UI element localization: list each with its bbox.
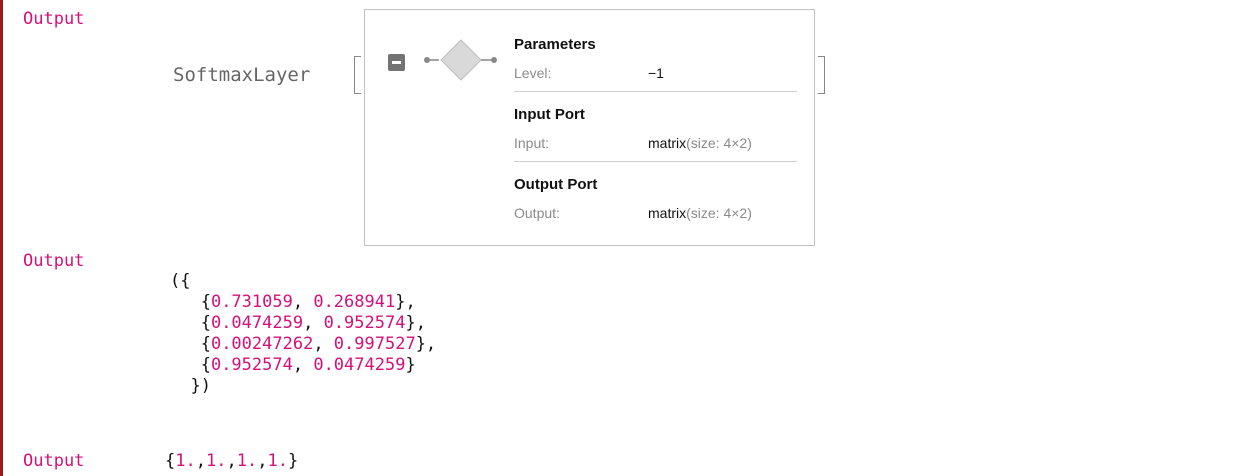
input-port-heading: Input Port [514,106,585,123]
right-bracket [818,56,825,94]
matrix-row: {0.952574, 0.0474259} [170,355,416,375]
output-type: matrix [648,205,687,221]
matrix-close-text: }) [190,376,211,396]
input-type: matrix [648,135,687,151]
list-item: 1. [205,451,227,471]
parameters-heading: Parameters [514,36,596,53]
layer-summary-panel: Parameters Level: −1 Input Port Input: m… [364,9,815,246]
matrix-row: {0.0474259, 0.952574}, [170,313,426,333]
list-item: 1. [236,451,258,471]
list-item: 1. [175,451,196,471]
matrix-output: ({ {0.731059, 0.268941}, {0.0474259, 0.9… [170,250,436,397]
input-size: (size: 4×2) [686,135,752,151]
collapse-icon[interactable] [388,54,405,71]
sum-list: {1.,1.,1.,1.} [165,451,299,471]
output-size: (size: 4×2) [686,205,752,221]
level-value: −1 [648,65,664,81]
matrix-open: ({ [170,271,191,291]
layer-name: SoftmaxLayer [173,64,311,86]
input-label: Input: [514,135,550,151]
matrix-cell: 0.952574 [210,355,293,375]
matrix-cell: 0.997527 [333,334,416,354]
matrix-cell: 0.952574 [323,313,406,333]
output-label-3: Output [23,451,85,471]
matrix-row: {0.00247262, 0.997527}, [170,334,437,354]
matrix-close: }) [170,376,436,397]
matrix-row: {0.731059, 0.268941}, [170,292,416,312]
output-label-1: Output [23,9,85,29]
left-bracket [354,56,361,94]
layer-graph-icon [424,39,497,81]
level-label: Level: [514,65,552,81]
list-item: 1. [267,451,288,471]
output-port-value: matrix(size: 4×2) [648,205,752,221]
output-port-heading: Output Port [514,176,598,193]
output-label-2: Output [23,251,85,271]
input-value: matrix(size: 4×2) [648,135,752,151]
output-port-label: Output: [514,205,560,221]
matrix-cell: 0.0474259 [210,313,304,333]
matrix-cell: 0.0474259 [313,355,406,375]
matrix-cell: 0.00247262 [210,334,314,354]
matrix-cell: 0.731059 [210,292,293,312]
matrix-cell: 0.268941 [313,292,396,312]
divider [514,161,797,162]
cell-bracket[interactable] [0,0,3,476]
divider [514,91,797,92]
